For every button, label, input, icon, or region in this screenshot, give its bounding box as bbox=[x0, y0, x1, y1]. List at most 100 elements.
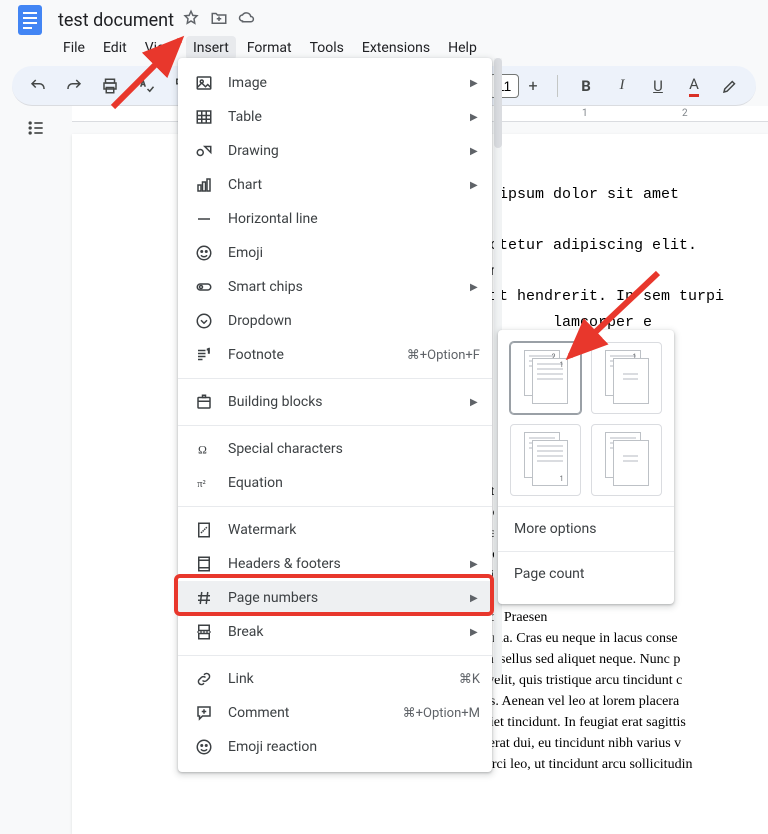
menu-file[interactable]: File bbox=[56, 36, 92, 60]
menu-item-label: Watermark bbox=[228, 522, 480, 538]
page-number-option-bottom-right-skip-first[interactable]: 1 bbox=[591, 424, 662, 496]
menu-separator bbox=[178, 655, 492, 656]
menu-item-footnote[interactable]: 1 Footnote⌘+Option+F bbox=[178, 338, 492, 372]
menu-item-label: Horizontal line bbox=[228, 211, 480, 227]
footnote-icon: 1 bbox=[194, 345, 214, 365]
menu-item-label: Drawing bbox=[228, 143, 462, 159]
submenu-arrow-icon: ▶ bbox=[470, 180, 480, 191]
menu-item-comment[interactable]: Comment⌘+Option+M bbox=[178, 696, 492, 730]
submenu-arrow-icon: ▶ bbox=[470, 78, 480, 89]
hash-icon bbox=[194, 588, 214, 608]
menu-item-label: Link bbox=[228, 671, 459, 687]
menu-item-label: Page numbers bbox=[228, 590, 462, 606]
submenu-arrow-icon: ▶ bbox=[470, 559, 480, 570]
menu-item-label: Emoji bbox=[228, 245, 480, 261]
titlebar: test document bbox=[0, 0, 768, 32]
cloud-status-icon[interactable] bbox=[238, 9, 256, 31]
menu-item-horizontal-line[interactable]: Horizontal line bbox=[178, 202, 492, 236]
document-title[interactable]: test document bbox=[58, 10, 174, 31]
page-numbers-page-count[interactable]: Page count bbox=[510, 556, 662, 592]
menu-item-building-blocks[interactable]: Building blocks ▶ bbox=[178, 385, 492, 419]
outline-rail bbox=[0, 106, 72, 772]
emoji-icon bbox=[194, 737, 214, 757]
menu-item-table[interactable]: Table ▶ bbox=[178, 100, 492, 134]
page-numbers-more-options[interactable]: More options bbox=[510, 511, 662, 547]
menu-item-label: Special characters bbox=[228, 441, 480, 457]
underline-button[interactable]: U bbox=[644, 72, 672, 100]
submenu-arrow-icon: ▶ bbox=[470, 282, 480, 293]
hr-icon bbox=[194, 209, 214, 229]
redo-button[interactable] bbox=[60, 72, 88, 100]
chips-icon bbox=[194, 277, 214, 297]
menu-item-drawing[interactable]: Drawing ▶ bbox=[178, 134, 492, 168]
menu-item-dropdown[interactable]: Dropdown bbox=[178, 304, 492, 338]
menu-item-shortcut: ⌘K bbox=[459, 672, 480, 687]
star-icon[interactable] bbox=[182, 9, 200, 31]
move-folder-icon[interactable] bbox=[210, 9, 228, 31]
menu-format[interactable]: Format bbox=[240, 36, 299, 60]
menu-item-equation[interactable]: π² Equation bbox=[178, 466, 492, 500]
annotation-arrow bbox=[558, 268, 668, 368]
menu-item-link[interactable]: Link⌘K bbox=[178, 662, 492, 696]
blocks-icon bbox=[194, 392, 214, 412]
menu-item-emoji-reaction[interactable]: Emoji reaction bbox=[178, 730, 492, 764]
menu-item-label: Headers & footers bbox=[228, 556, 462, 572]
menu-tools[interactable]: Tools bbox=[303, 36, 351, 60]
watermark-icon bbox=[194, 520, 214, 540]
menu-extensions[interactable]: Extensions bbox=[355, 36, 437, 60]
font-size-increase[interactable]: + bbox=[523, 76, 543, 95]
menu-separator bbox=[178, 425, 492, 426]
menu-scrollbar-thumb[interactable] bbox=[494, 58, 502, 148]
break-icon bbox=[194, 622, 214, 642]
menu-item-shortcut: ⌘+Option+M bbox=[403, 706, 480, 721]
menu-item-smart-chips[interactable]: Smart chips ▶ bbox=[178, 270, 492, 304]
outline-toggle-icon[interactable] bbox=[26, 118, 46, 772]
pi-icon: π² bbox=[194, 473, 214, 493]
docs-app-icon bbox=[12, 2, 48, 38]
svg-text:π²: π² bbox=[197, 479, 205, 490]
menu-item-break[interactable]: Break ▶ bbox=[178, 615, 492, 649]
page-number-option-bottom-right-all[interactable]: 2 1 bbox=[510, 424, 581, 496]
menu-item-label: Footnote bbox=[228, 347, 407, 363]
annotation-arrow bbox=[108, 32, 198, 112]
undo-button[interactable] bbox=[24, 72, 52, 100]
menu-item-page-numbers[interactable]: Page numbers ▶ bbox=[178, 581, 492, 615]
menu-item-label: Smart chips bbox=[228, 279, 462, 295]
menu-item-label: Building blocks bbox=[228, 394, 462, 410]
menu-item-special-characters[interactable]: Ω Special characters bbox=[178, 432, 492, 466]
submenu-arrow-icon: ▶ bbox=[470, 593, 480, 604]
italic-button[interactable]: I bbox=[608, 72, 636, 100]
headers-icon bbox=[194, 554, 214, 574]
svg-text:1: 1 bbox=[207, 348, 210, 355]
comment-icon bbox=[194, 703, 214, 723]
page-numbers-submenu: 2 1 1 2 1 1 More options Page count bbox=[498, 330, 674, 604]
chart-icon bbox=[194, 175, 214, 195]
menu-item-chart[interactable]: Chart▶ bbox=[178, 168, 492, 202]
menu-item-label: Comment bbox=[228, 705, 403, 721]
menu-item-emoji[interactable]: Emoji bbox=[178, 236, 492, 270]
drawing-icon bbox=[194, 141, 214, 161]
menu-item-headers-footers[interactable]: Headers & footers ▶ bbox=[178, 547, 492, 581]
ruler-tick: 1 bbox=[582, 108, 588, 119]
menu-separator bbox=[178, 378, 492, 379]
submenu-arrow-icon: ▶ bbox=[470, 397, 480, 408]
menu-help[interactable]: Help bbox=[441, 36, 484, 60]
highlight-button[interactable] bbox=[716, 72, 744, 100]
submenu-arrow-icon: ▶ bbox=[470, 627, 480, 638]
menu-item-shortcut: ⌘+Option+F bbox=[407, 348, 480, 363]
submenu-arrow-icon: ▶ bbox=[470, 112, 480, 123]
omega-icon: Ω bbox=[194, 439, 214, 459]
menu-item-image[interactable]: Image▶ bbox=[178, 66, 492, 100]
text-color-button[interactable]: A bbox=[680, 72, 708, 100]
submenu-arrow-icon: ▶ bbox=[470, 146, 480, 157]
link-icon bbox=[194, 669, 214, 689]
menu-item-label: Equation bbox=[228, 475, 480, 491]
insert-menu-dropdown: Image▶Table▶Drawing▶Chart▶Horizontal lin… bbox=[178, 58, 492, 772]
svg-text:Ω: Ω bbox=[198, 443, 207, 457]
menu-item-label: Emoji reaction bbox=[228, 739, 480, 755]
menu-item-watermark[interactable]: Watermark bbox=[178, 513, 492, 547]
menu-item-label: Break bbox=[228, 624, 462, 640]
ruler-tick: 2 bbox=[682, 108, 688, 119]
menu-item-label: Table bbox=[228, 109, 462, 125]
bold-button[interactable]: B bbox=[572, 72, 600, 100]
